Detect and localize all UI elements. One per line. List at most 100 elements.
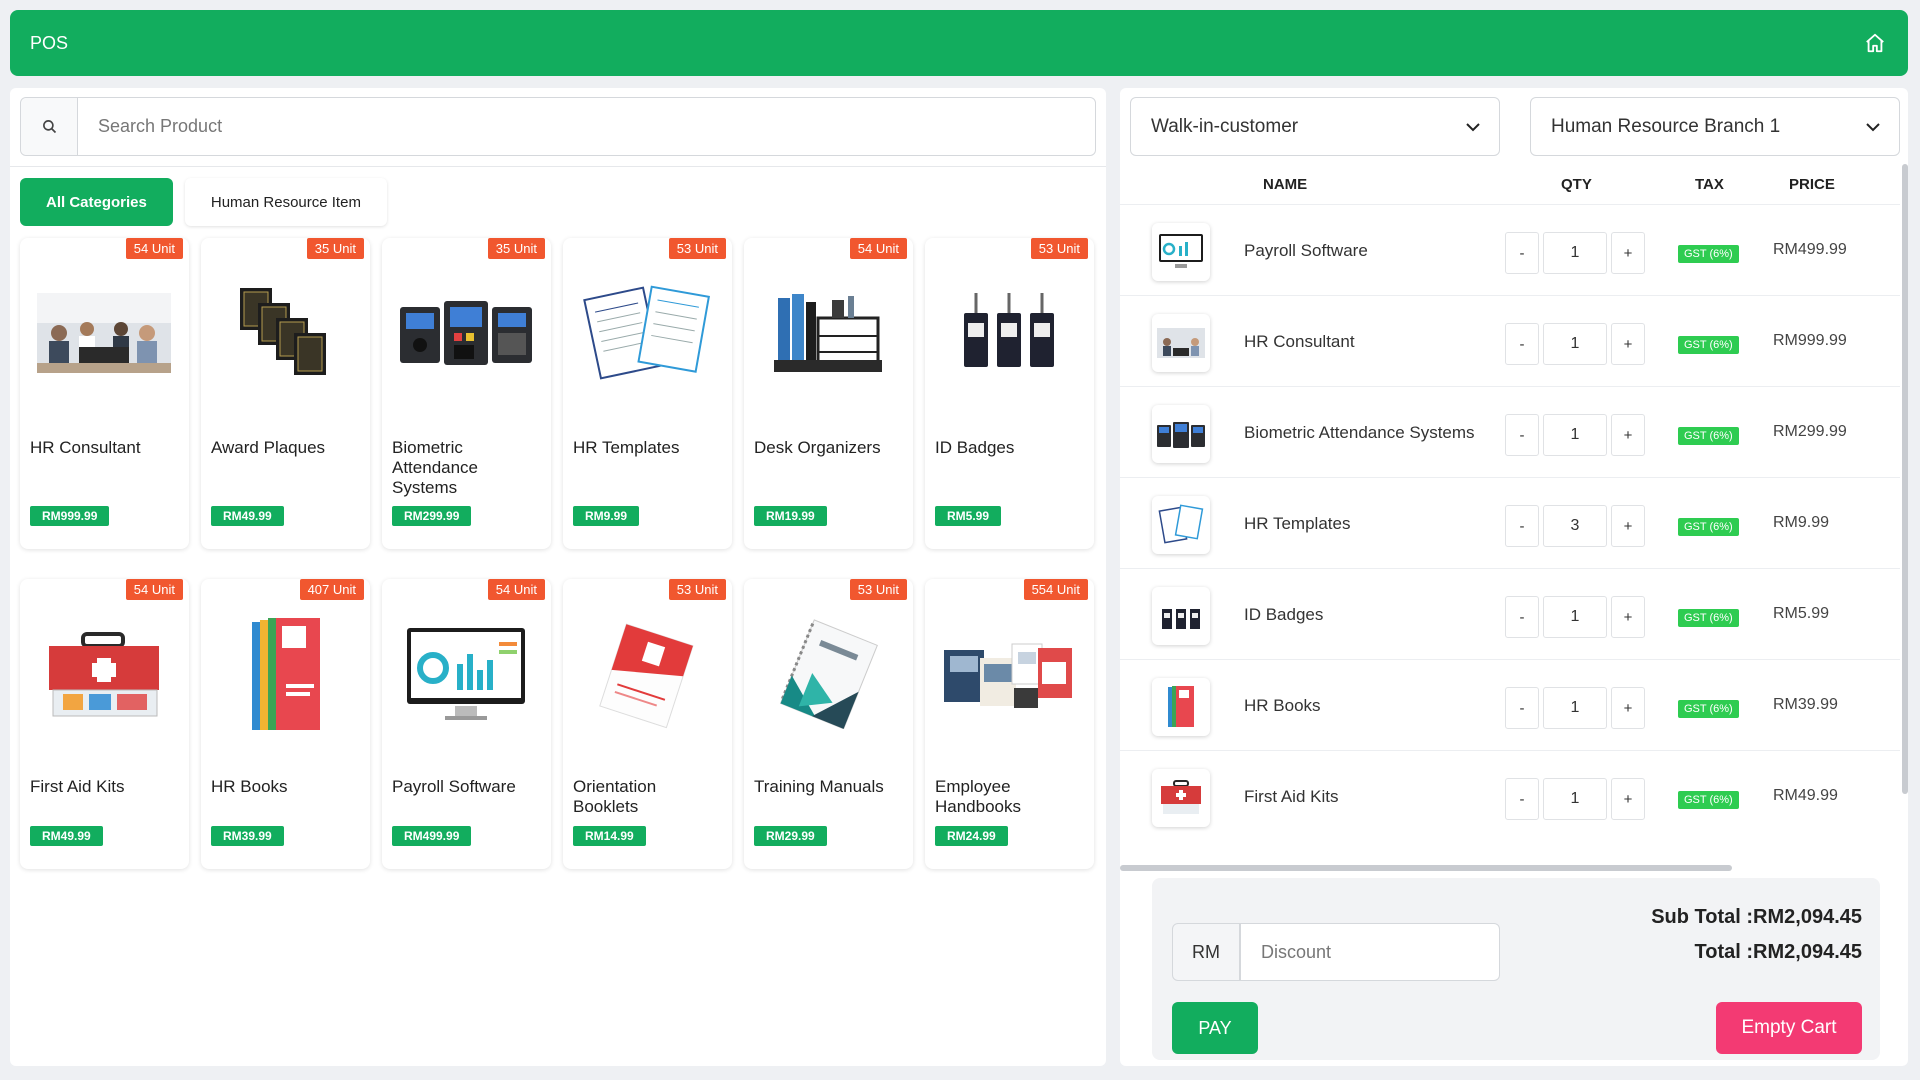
column-name: NAME (1263, 175, 1308, 193)
decrease-qty-button[interactable]: - (1505, 232, 1539, 274)
empty-cart-button[interactable]: Empty Cart (1716, 1002, 1862, 1054)
increase-qty-button[interactable]: + (1611, 596, 1645, 638)
product-price: RM29.99 (754, 826, 827, 846)
home-icon[interactable] (1860, 28, 1890, 58)
product-price: RM9.99 (573, 506, 640, 526)
stock-badge: 53 Unit (849, 579, 907, 600)
cart-item-price: RM5.99 (1773, 605, 1830, 622)
tax-badge: GST (6%) (1678, 518, 1739, 536)
quantity-input[interactable]: 1 (1543, 596, 1607, 638)
quantity-input[interactable]: 1 (1543, 414, 1607, 456)
quantity-stepper: - 1 + (1505, 596, 1645, 638)
product-name: HR Consultant (30, 438, 141, 457)
product-name: Award Plaques (211, 438, 326, 457)
discount-input[interactable] (1240, 923, 1500, 981)
increase-qty-button[interactable]: + (1611, 778, 1645, 820)
pay-button[interactable]: PAY (1172, 1002, 1258, 1054)
product-price: RM24.99 (935, 826, 1008, 846)
cart-item-price: RM999.99 (1773, 332, 1847, 349)
stock-badge: 53 Unit (668, 238, 726, 259)
quantity-input[interactable]: 1 (1543, 323, 1607, 365)
product-image (215, 278, 355, 388)
tax-badge: GST (6%) (1678, 700, 1739, 718)
search-bar (20, 97, 1096, 156)
decrease-qty-button[interactable]: - (1505, 778, 1539, 820)
product-card-award-plaques[interactable]: 35 Unit Award Plaques RM49.99 (201, 238, 370, 549)
product-name: HR Templates (573, 438, 680, 457)
cart-item-image (1152, 314, 1210, 372)
quantity-input[interactable]: 3 (1543, 505, 1607, 547)
stock-badge: 53 Unit (1030, 238, 1088, 259)
product-name: Payroll Software (392, 777, 516, 796)
increase-qty-button[interactable]: + (1611, 323, 1645, 365)
currency-prefix: RM (1172, 923, 1240, 981)
category-human-resource-item[interactable]: Human Resource Item (184, 178, 387, 226)
checkout-summary: RM Sub Total :RM2,094.45 Total :RM2,094.… (1152, 878, 1880, 1060)
decrease-qty-button[interactable]: - (1505, 414, 1539, 456)
product-price: RM49.99 (211, 506, 284, 526)
cart-item-name: Payroll Software (1244, 241, 1368, 260)
product-card-hr-templates[interactable]: 53 Unit HR Templates RM9.99 (563, 238, 732, 549)
product-card-employee-handbooks[interactable]: 554 Unit Employee Handbooks RM24.99 (925, 579, 1094, 869)
stock-badge: 53 Unit (668, 579, 726, 600)
quantity-stepper: - 3 + (1505, 505, 1645, 547)
cart-item-image (1152, 678, 1210, 736)
increase-qty-button[interactable]: + (1611, 687, 1645, 729)
quantity-input[interactable]: 1 (1543, 778, 1607, 820)
branch-select[interactable]: Human Resource Branch 1 (1530, 97, 1900, 156)
product-card-training-manuals[interactable]: 53 Unit Training Manuals RM29.99 (744, 579, 913, 869)
tax-badge: GST (6%) (1678, 336, 1739, 354)
product-card-payroll-software[interactable]: 54 Unit Payroll Software RM499.99 (382, 579, 551, 869)
branch-select-value: Human Resource Branch 1 (1551, 115, 1781, 137)
product-card-first-aid-kits[interactable]: 54 Unit First Aid Kits RM49.99 (20, 579, 189, 869)
cart-item-image (1152, 496, 1210, 554)
product-card-id-badges[interactable]: 53 Unit ID Badges RM5.99 (925, 238, 1094, 549)
column-price: PRICE (1789, 175, 1835, 193)
quantity-input[interactable]: 1 (1543, 687, 1607, 729)
decrease-qty-button[interactable]: - (1505, 596, 1539, 638)
total-text: Total :RM2,094.45 (1694, 941, 1862, 963)
cart-row: Biometric Attendance Systems - 1 + GST (… (1120, 386, 1900, 478)
quantity-input[interactable]: 1 (1543, 232, 1607, 274)
product-price: RM19.99 (754, 506, 827, 526)
search-input[interactable] (78, 98, 1095, 155)
cart-row: HR Templates - 3 + GST (6%) RM9.99 (1120, 477, 1900, 569)
column-qty: QTY (1561, 175, 1592, 193)
tax-badge: GST (6%) (1678, 791, 1739, 809)
product-image (215, 618, 355, 730)
product-price: RM5.99 (935, 506, 1002, 526)
tax-badge: GST (6%) (1678, 427, 1739, 445)
cart-row: HR Books - 1 + GST (6%) RM39.99 (1120, 659, 1900, 751)
cart-scrollbar-vertical[interactable] (1902, 164, 1908, 794)
product-name: Biometric Attendance Systems (392, 438, 479, 497)
product-card-hr-consultant[interactable]: 54 Unit HR Consultant RM999.99 (20, 238, 189, 549)
cart-item-name: Biometric Attendance Systems (1244, 423, 1475, 442)
product-name: Training Manuals (754, 777, 884, 796)
product-card-orientation-booklets[interactable]: 53 Unit Orientation Booklets RM14.99 (563, 579, 732, 869)
cart-item-name: HR Templates (1244, 514, 1351, 533)
cart-item-price: RM299.99 (1773, 423, 1847, 440)
product-image (577, 619, 717, 729)
stock-badge: 407 Unit (299, 579, 364, 600)
decrease-qty-button[interactable]: - (1505, 505, 1539, 547)
product-price: RM499.99 (392, 826, 472, 846)
chevron-down-icon (1465, 116, 1481, 138)
product-card-desk-organizers[interactable]: 54 Unit Desk Organizers RM19.99 (744, 238, 913, 549)
product-card-hr-books[interactable]: 407 Unit HR Books RM39.99 (201, 579, 370, 869)
cart-item-image (1152, 223, 1210, 281)
cart-item-price: RM9.99 (1773, 514, 1830, 531)
decrease-qty-button[interactable]: - (1505, 323, 1539, 365)
cart-item-name: HR Consultant (1244, 332, 1355, 351)
decrease-qty-button[interactable]: - (1505, 687, 1539, 729)
cart-scrollbar-horizontal[interactable] (1120, 865, 1732, 871)
product-card-biometric-attendance[interactable]: 35 Unit Biometric Attendance Systems RM2… (382, 238, 551, 549)
increase-qty-button[interactable]: + (1611, 505, 1645, 547)
increase-qty-button[interactable]: + (1611, 232, 1645, 274)
category-tabs: All Categories Human Resource Item (20, 178, 387, 226)
category-all[interactable]: All Categories (20, 178, 173, 226)
customer-select[interactable]: Walk-in-customer (1130, 97, 1500, 156)
quantity-stepper: - 1 + (1505, 778, 1645, 820)
increase-qty-button[interactable]: + (1611, 414, 1645, 456)
search-icon[interactable] (21, 98, 78, 155)
stock-badge: 54 Unit (125, 579, 183, 600)
